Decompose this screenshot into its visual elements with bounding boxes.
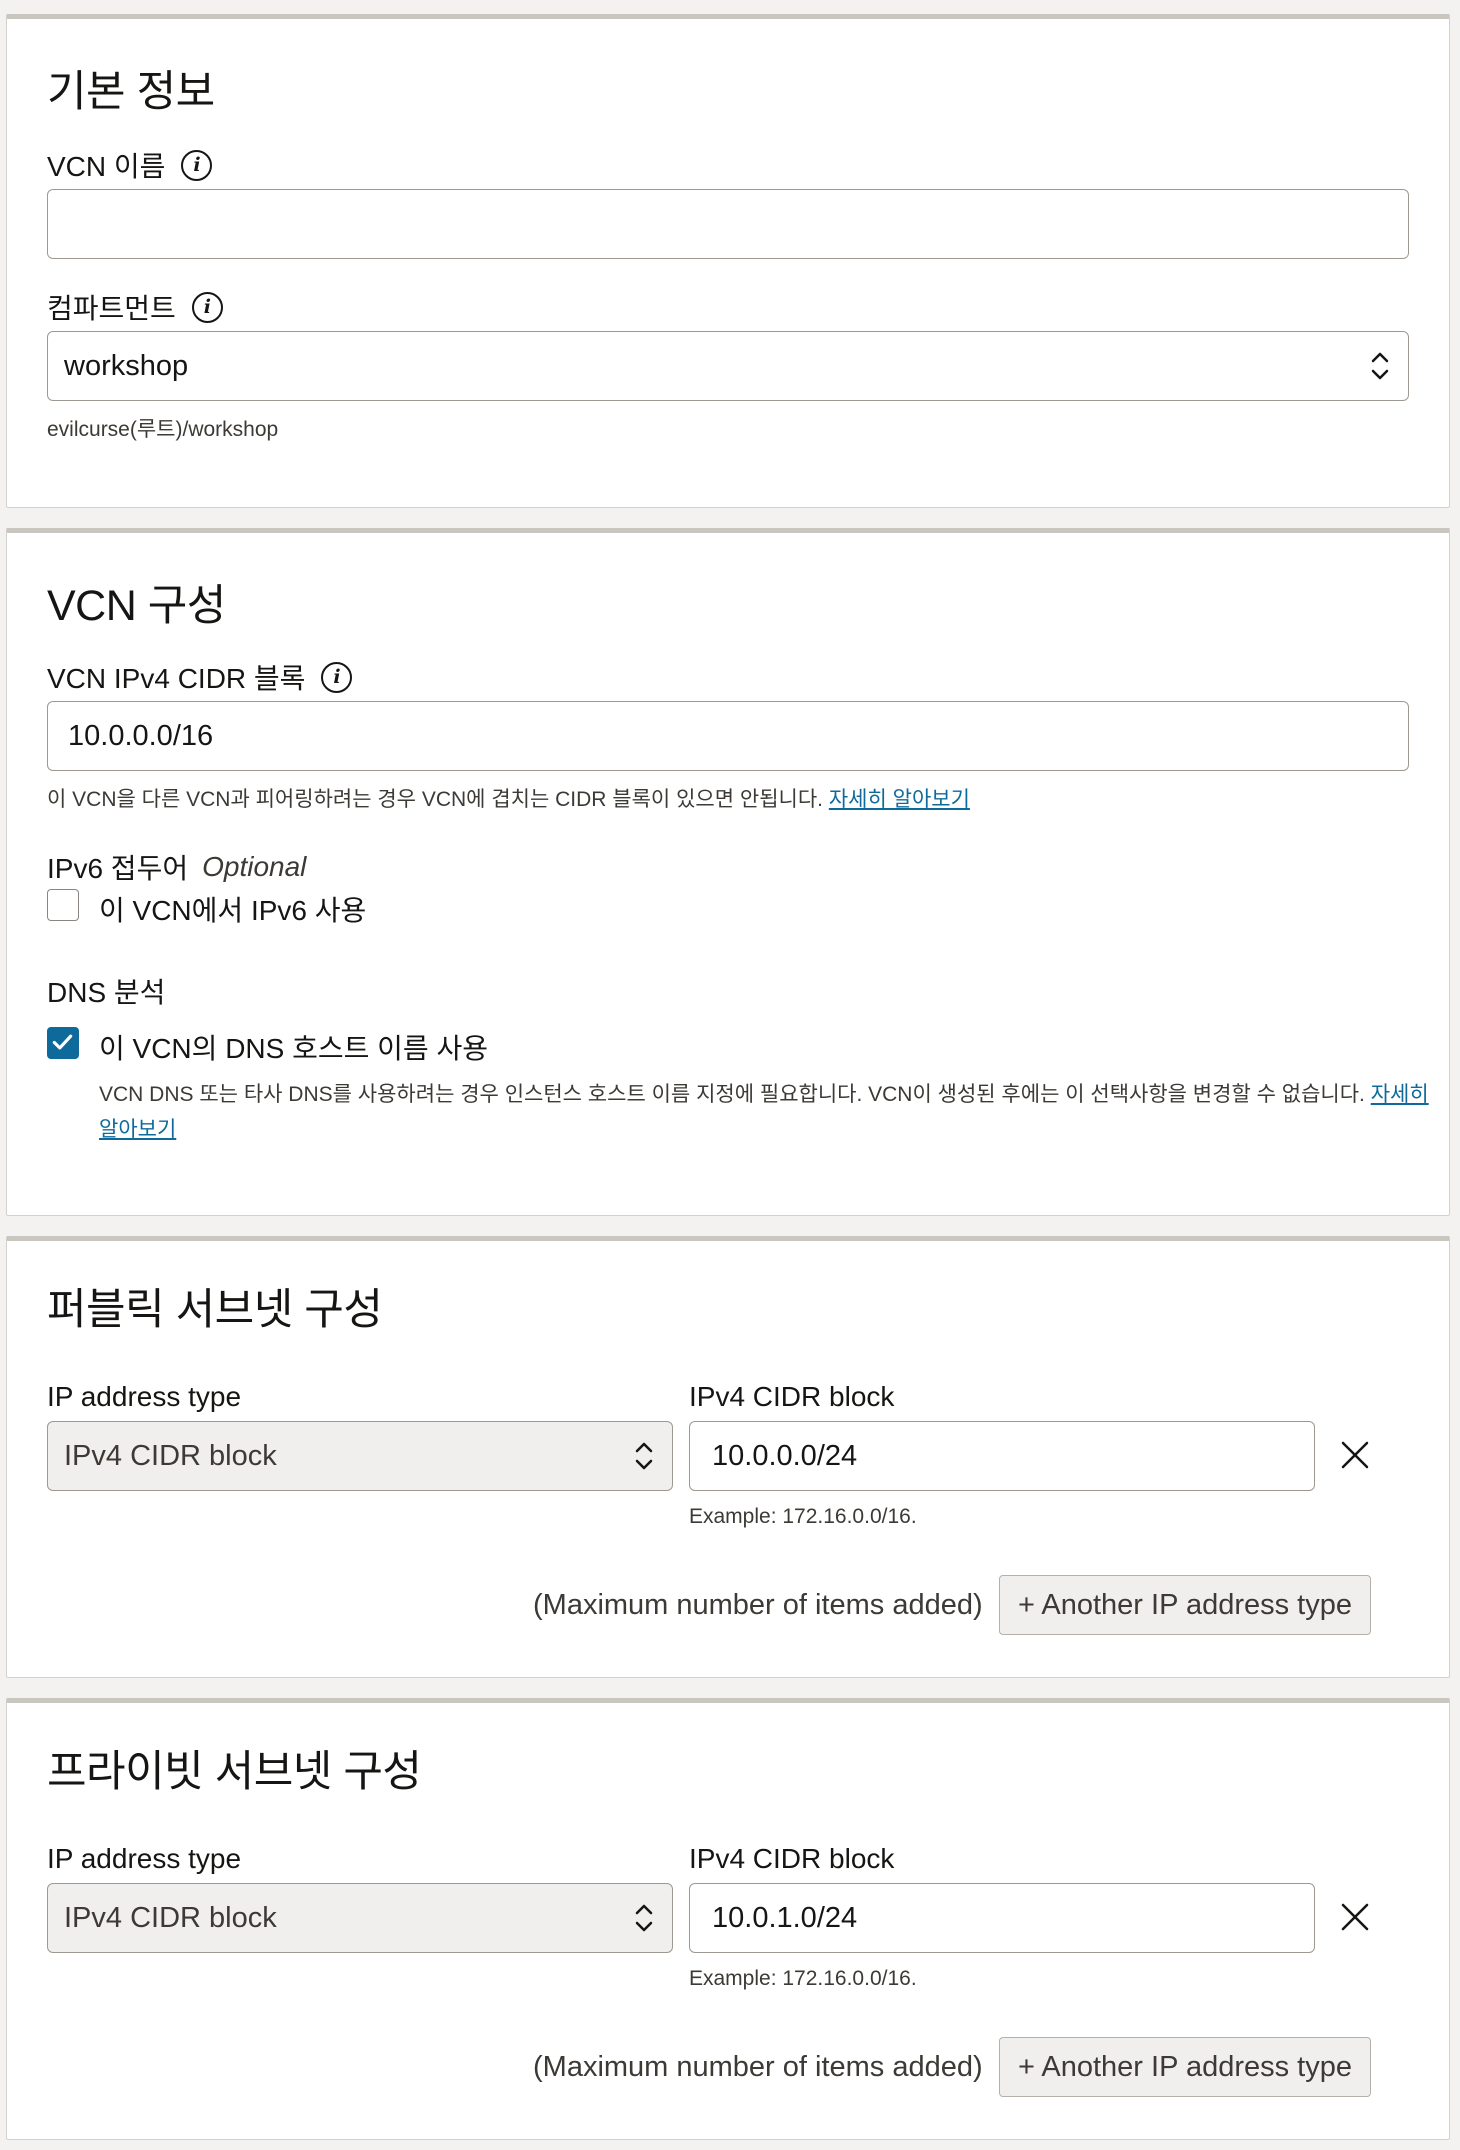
ipv4-cidr-input[interactable]: 10.0.0.0/24 bbox=[689, 1421, 1315, 1491]
vcn-cidr-hint: 이 VCN을 다른 VCN과 피어링하려는 경우 VCN에 겹치는 CIDR 블… bbox=[47, 783, 970, 813]
ip-type-select-value: IPv4 CIDR block bbox=[64, 1901, 277, 1934]
learn-more-link[interactable]: 자세히 알아보기 bbox=[829, 788, 970, 811]
section-title-private-subnet: 프라이빗 서브넷 구성 bbox=[47, 1748, 422, 1796]
close-icon[interactable] bbox=[1339, 1901, 1371, 1933]
dns-label: DNS 분석 bbox=[47, 977, 166, 1008]
vcn-name-label: VCN 이름 i bbox=[47, 145, 213, 185]
vcn-cidr-label-text: VCN IPv4 CIDR 블록 bbox=[47, 663, 306, 694]
add-ip-address-type-button[interactable]: + Another IP address type bbox=[999, 2037, 1371, 2097]
ipv6-label: IPv6 접두어 Optional bbox=[47, 847, 306, 887]
vcn-cidr-hint-text: 이 VCN을 다른 VCN과 피어링하려는 경우 VCN에 겹치는 CIDR 블… bbox=[47, 788, 823, 811]
learn-more-link[interactable]: 자세히 bbox=[1371, 1083, 1429, 1106]
cidr-example-hint: Example: 172.16.0.0/16. bbox=[689, 1505, 917, 1528]
dns-hint: VCN DNS 또는 타사 DNS를 사용하려는 경우 인스턴스 호스트 이름 … bbox=[99, 1077, 1439, 1147]
chevron-up-down-icon bbox=[635, 1904, 653, 1932]
chevron-up-down-icon bbox=[635, 1442, 653, 1470]
cidr-example-hint: Example: 172.16.0.0/16. bbox=[689, 1967, 917, 1990]
ipv6-checkbox-label: 이 VCN에서 IPv6 사용 bbox=[99, 895, 367, 926]
ipv4-cidr-input[interactable]: 10.0.1.0/24 bbox=[689, 1883, 1315, 1953]
private-subnet-card: 프라이빗 서브넷 구성 IP address type IPv4 CIDR bl… bbox=[6, 1698, 1450, 2140]
basic-info-card: 기본 정보 VCN 이름 i 컴파트먼트 i workshop evilcurs… bbox=[6, 14, 1450, 508]
dns-hint-text: VCN DNS 또는 타사 DNS를 사용하려는 경우 인스턴스 호스트 이름 … bbox=[99, 1083, 1365, 1106]
ip-type-label: IP address type bbox=[47, 1843, 242, 1874]
ip-type-label: IP address type bbox=[47, 1381, 242, 1412]
dns-checkbox[interactable] bbox=[47, 1027, 79, 1059]
info-icon[interactable]: i bbox=[191, 291, 223, 323]
close-icon[interactable] bbox=[1339, 1439, 1371, 1471]
compartment-label: 컴파트먼트 i bbox=[47, 287, 223, 327]
section-title-public-subnet: 퍼블릭 서브넷 구성 bbox=[47, 1286, 383, 1334]
section-title-vcn-config: VCN 구성 bbox=[47, 582, 226, 630]
ip-type-select[interactable]: IPv4 CIDR block bbox=[47, 1421, 673, 1491]
vcn-name-input[interactable] bbox=[47, 189, 1409, 259]
ipv4-cidr-label: IPv4 CIDR block bbox=[689, 1381, 895, 1412]
compartment-label-text: 컴파트먼트 bbox=[47, 293, 176, 324]
learn-more-link-continued[interactable]: 알아보기 bbox=[99, 1118, 176, 1141]
info-icon[interactable]: i bbox=[321, 661, 353, 693]
ipv6-checkbox[interactable] bbox=[47, 889, 79, 921]
compartment-select[interactable]: workshop bbox=[47, 331, 1409, 401]
ipv6-label-text: IPv6 접두어 bbox=[47, 853, 189, 884]
chevron-up-down-icon bbox=[1371, 352, 1389, 380]
vcn-name-label-text: VCN 이름 bbox=[47, 151, 166, 182]
max-items-note: (Maximum number of items added) bbox=[533, 2051, 983, 2083]
ipv4-cidr-label: IPv4 CIDR block bbox=[689, 1843, 895, 1874]
compartment-path: evilcurse(루트)/workshop bbox=[47, 418, 279, 441]
ip-type-select-value: IPv4 CIDR block bbox=[64, 1439, 277, 1472]
info-icon[interactable]: i bbox=[181, 149, 213, 181]
checkmark-icon bbox=[52, 1034, 73, 1050]
public-subnet-card: 퍼블릭 서브넷 구성 IP address type IPv4 CIDR blo… bbox=[6, 1236, 1450, 1678]
compartment-select-value: workshop bbox=[64, 349, 189, 382]
dns-checkbox-label: 이 VCN의 DNS 호스트 이름 사용 bbox=[99, 1033, 488, 1064]
ip-type-select[interactable]: IPv4 CIDR block bbox=[47, 1883, 673, 1953]
vcn-cidr-input[interactable]: 10.0.0.0/16 bbox=[47, 701, 1409, 771]
section-title-basic-info: 기본 정보 bbox=[47, 68, 215, 116]
vcn-config-card: VCN 구성 VCN IPv4 CIDR 블록 i 10.0.0.0/16 이 … bbox=[6, 528, 1450, 1216]
add-ip-address-type-button[interactable]: + Another IP address type bbox=[999, 1575, 1371, 1635]
vcn-cidr-label: VCN IPv4 CIDR 블록 i bbox=[47, 657, 353, 697]
max-items-note: (Maximum number of items added) bbox=[533, 1589, 983, 1621]
optional-tag: Optional bbox=[202, 851, 307, 882]
